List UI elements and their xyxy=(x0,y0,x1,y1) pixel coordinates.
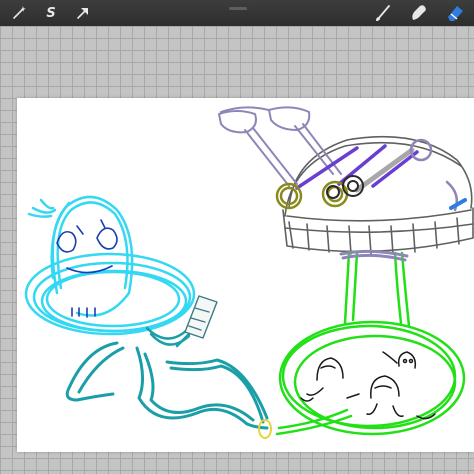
magic-wand-icon[interactable] xyxy=(8,3,30,23)
brush-icon[interactable] xyxy=(372,3,394,23)
green-face xyxy=(300,351,436,420)
cyan-arm xyxy=(145,326,191,348)
green-creature xyxy=(275,251,466,436)
smudge-icon[interactable] xyxy=(408,3,430,23)
top-toolbar: S xyxy=(0,0,474,26)
toolbar-handle[interactable] xyxy=(229,7,247,10)
eraser-icon[interactable] xyxy=(444,3,466,23)
toolbar-right-group xyxy=(372,3,466,23)
toolbar-left-group: S xyxy=(8,3,94,23)
drawing-canvas[interactable] xyxy=(17,98,474,452)
cyan-legs xyxy=(65,341,269,430)
lavender-arms xyxy=(218,106,342,187)
wheels xyxy=(275,180,349,210)
sketch-drawing xyxy=(24,106,474,439)
transform-arrow-icon[interactable] xyxy=(72,3,94,23)
selection-s-icon[interactable]: S xyxy=(40,3,62,23)
gray-dome xyxy=(282,135,474,255)
canvas-workspace xyxy=(0,26,474,474)
lavender-rim xyxy=(339,249,409,262)
gray-pistons xyxy=(354,147,415,193)
